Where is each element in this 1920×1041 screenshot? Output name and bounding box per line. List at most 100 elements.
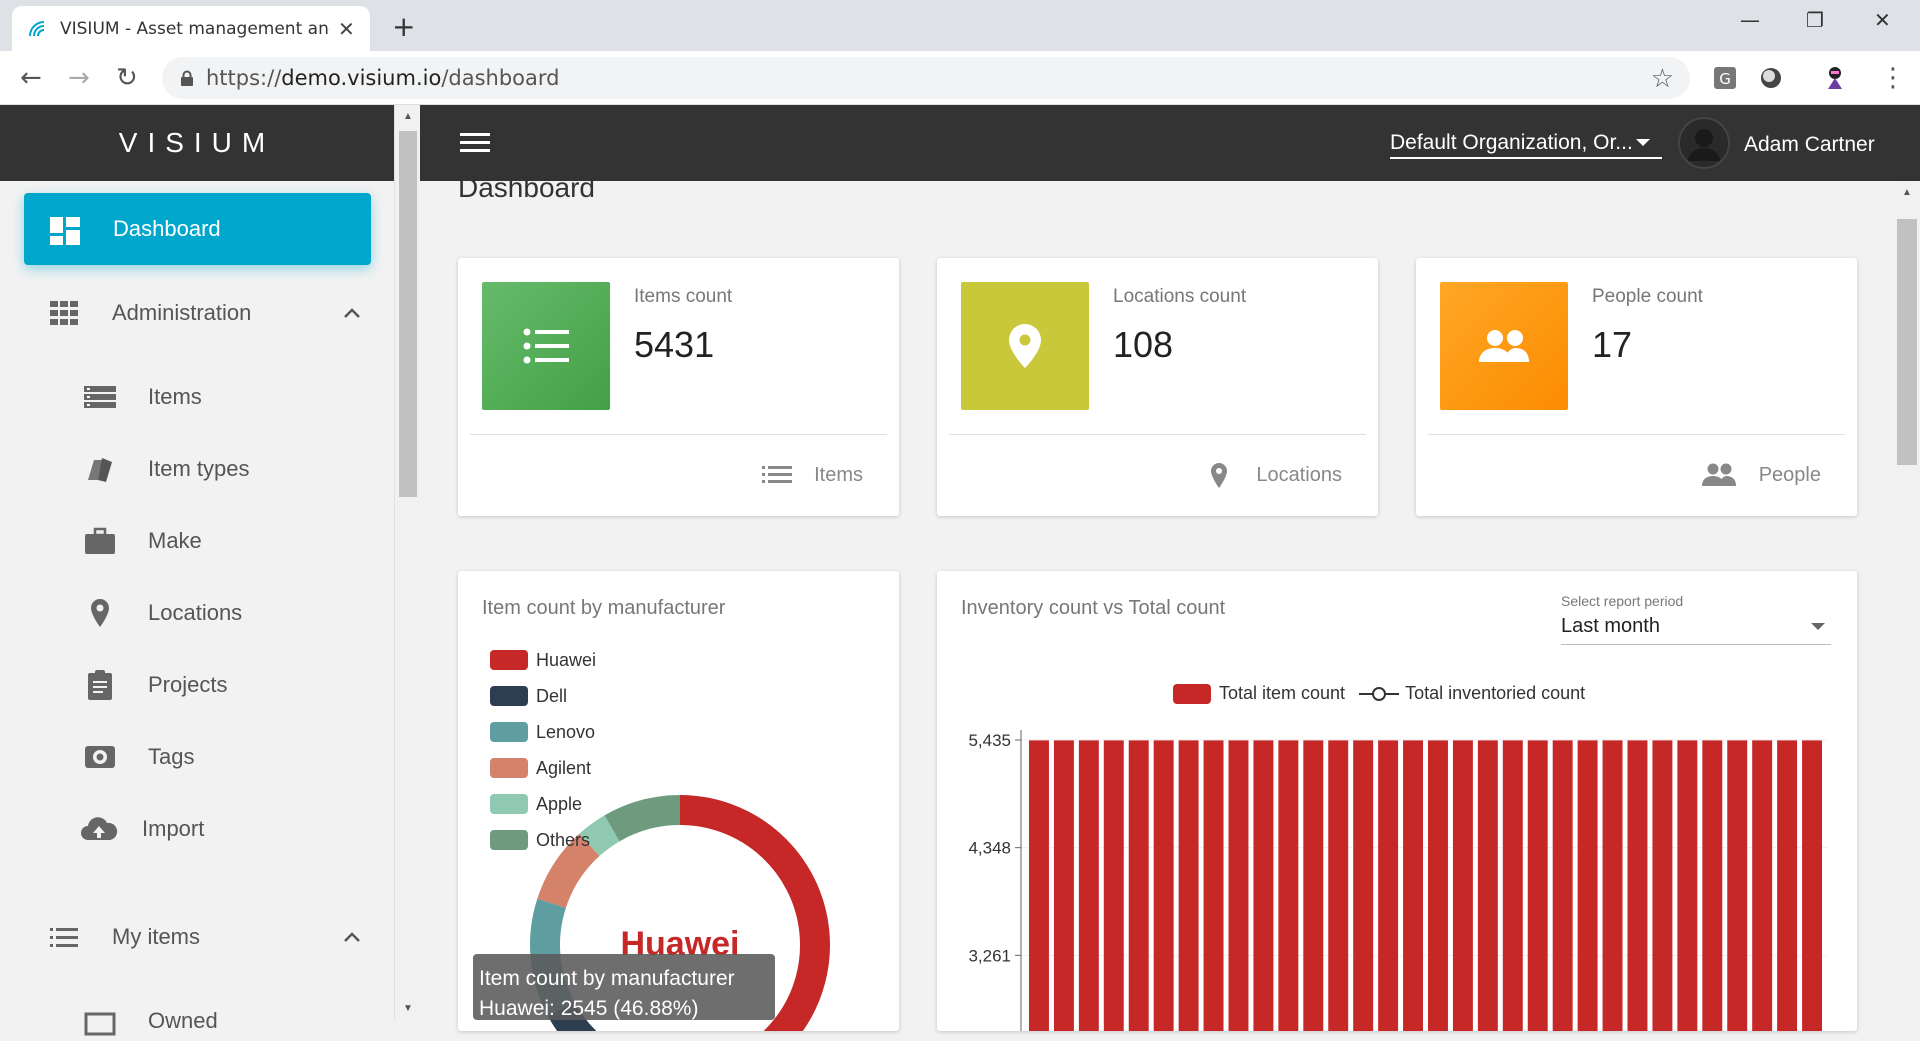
sidebar-group-administration[interactable]: Administration — [0, 293, 394, 333]
bar-total-item-count[interactable] — [1627, 740, 1648, 1031]
chevron-up-icon[interactable] — [344, 932, 360, 942]
back-button[interactable]: ← — [20, 63, 42, 93]
bar-total-item-count[interactable] — [1328, 740, 1349, 1031]
bar-total-item-count[interactable] — [1253, 740, 1274, 1031]
bar-total-item-count[interactable] — [1029, 740, 1049, 1031]
sidebar-item-make[interactable]: Make — [0, 521, 394, 561]
stat-footer-link-people[interactable]: People — [1701, 462, 1821, 488]
legend-item-others[interactable]: Others — [490, 829, 590, 851]
bar-total-item-count[interactable] — [1178, 740, 1199, 1031]
sidebar-scrollbar-thumb[interactable] — [399, 131, 417, 497]
bookmark-star-icon[interactable]: ☆ — [1651, 63, 1674, 94]
organization-select[interactable]: Default Organization, Or... — [1390, 129, 1662, 159]
bar-total-item-count[interactable] — [1477, 740, 1498, 1031]
briefcase-icon — [85, 527, 115, 554]
bar-total-item-count[interactable] — [1403, 740, 1424, 1031]
bar-total-item-count[interactable] — [1727, 740, 1748, 1031]
chart-tooltip: Item count by manufacturer Huawei: 2545 … — [473, 954, 775, 1020]
scroll-down-arrow-icon[interactable]: ▼ — [403, 1003, 413, 1014]
bar-total-item-count[interactable] — [1677, 740, 1698, 1031]
bar-total-item-count[interactable] — [1278, 740, 1299, 1031]
sidebar-item-import[interactable]: Import — [0, 809, 394, 849]
bar-total-item-count[interactable] — [1228, 740, 1249, 1031]
hamburger-menu-icon[interactable] — [460, 133, 490, 153]
sidebar-item-projects[interactable]: Projects — [0, 665, 394, 705]
y-tick-label: 3,261 — [968, 946, 1011, 965]
bar-total-item-count[interactable] — [1752, 740, 1773, 1031]
bar-total-item-count[interactable] — [1078, 740, 1099, 1031]
owned-icon — [84, 1012, 116, 1036]
bar-total-item-count[interactable] — [1452, 740, 1473, 1031]
sidebar-scrollbar[interactable]: ▲ ▼ — [394, 105, 420, 1020]
main-scrollbar[interactable]: ▲ — [1894, 181, 1920, 1020]
stat-footer-link-items[interactable]: Items — [762, 462, 863, 488]
donut-slice-agilent[interactable] — [537, 833, 600, 909]
new-tab-button[interactable]: + — [392, 10, 415, 43]
stat-footer-link-locations[interactable]: Locations — [1204, 462, 1342, 488]
user-name[interactable]: Adam Cartner — [1744, 133, 1875, 157]
sidebar-item-label: Items — [148, 384, 202, 409]
address-bar[interactable]: https://demo.visium.io/dashboard ☆ — [162, 57, 1690, 99]
sidebar-item-dashboard[interactable]: Dashboard — [24, 193, 371, 265]
sidebar-item-items[interactable]: Items — [0, 377, 394, 417]
sidebar-item-locations[interactable]: Locations — [0, 593, 394, 633]
stat-tile — [961, 282, 1089, 410]
donut-slice-apple[interactable] — [579, 815, 620, 857]
forward-button[interactable]: → — [68, 63, 90, 93]
bar-total-item-count[interactable] — [1353, 740, 1374, 1031]
stat-value: 5431 — [634, 324, 715, 365]
bar-total-item-count[interactable] — [1053, 740, 1074, 1031]
bar-total-item-count[interactable] — [1802, 740, 1823, 1031]
reload-button[interactable]: ↻ — [116, 63, 138, 93]
extension-circle-icon[interactable] — [1758, 65, 1784, 91]
browser-menu-icon[interactable]: ⋮ — [1880, 63, 1906, 93]
sidebar-item-label: Locations — [148, 600, 243, 625]
bar-total-item-count[interactable] — [1577, 740, 1598, 1031]
bar-total-item-count[interactable] — [1103, 740, 1124, 1031]
clipboard-icon — [88, 670, 112, 700]
extension-g-icon[interactable]: G — [1712, 65, 1738, 91]
stat-value: 108 — [1113, 324, 1174, 365]
bar-total-item-count[interactable] — [1153, 740, 1174, 1031]
sidebar: Dashboard Administration Items Item type… — [0, 181, 394, 1036]
bar-total-item-count[interactable] — [1552, 740, 1573, 1031]
avatar[interactable] — [1678, 117, 1730, 169]
tab-title: VISIUM - Asset management and — [60, 18, 330, 39]
dashboard-icon — [50, 217, 80, 245]
bar-total-item-count[interactable] — [1702, 740, 1723, 1031]
bar-total-item-count[interactable] — [1777, 740, 1798, 1031]
people-icon — [1479, 330, 1529, 362]
main-scrollbar-thumb[interactable] — [1897, 219, 1917, 465]
donut-slice-others[interactable] — [604, 795, 681, 842]
bar-total-item-count[interactable] — [1652, 740, 1673, 1031]
scroll-up-arrow-icon[interactable]: ▲ — [403, 111, 413, 122]
inventory-chart-card: Inventory count vs Total count Select re… — [937, 571, 1857, 1031]
minimize-button[interactable]: — — [1740, 8, 1760, 32]
sidebar-item-owned[interactable]: Owned — [0, 1001, 394, 1041]
sidebar-group-my-items[interactable]: My items — [0, 917, 394, 957]
bar-total-item-count[interactable] — [1502, 740, 1523, 1031]
url-text: https://demo.visium.io/dashboard — [206, 66, 560, 90]
bar-total-item-count[interactable] — [1303, 740, 1324, 1031]
scroll-up-arrow-icon[interactable]: ▲ — [1902, 187, 1912, 198]
tab-close-icon[interactable]: ✕ — [338, 17, 355, 41]
rfid-tag-icon — [85, 746, 115, 768]
bar-total-item-count[interactable] — [1602, 740, 1623, 1031]
sidebar-item-label: Projects — [148, 672, 228, 697]
bar-total-item-count[interactable] — [1128, 740, 1149, 1031]
restore-button[interactable]: ❐ — [1806, 8, 1824, 32]
browser-tab[interactable]: VISIUM - Asset management and ✕ — [12, 6, 370, 51]
extension-ninja-icon[interactable] — [1822, 65, 1848, 91]
sidebar-item-tags[interactable]: Tags — [0, 737, 394, 777]
legend-swatch — [490, 830, 528, 850]
inventory-bar-chart[interactable]: 5,435 4,348 3,261 — [937, 571, 1857, 1031]
bar-total-item-count[interactable] — [1378, 740, 1399, 1031]
bar-total-item-count[interactable] — [1527, 740, 1548, 1031]
close-window-button[interactable]: ✕ — [1874, 8, 1891, 32]
chevron-up-icon[interactable] — [344, 308, 360, 318]
sidebar-item-label: Dashboard — [113, 216, 221, 241]
sidebar-item-item-types[interactable]: Item types — [0, 449, 394, 489]
browser-toolbar: ← → ↻ https://demo.visium.io/dashboard ☆… — [0, 51, 1920, 105]
bar-total-item-count[interactable] — [1203, 740, 1224, 1031]
bar-total-item-count[interactable] — [1428, 740, 1448, 1031]
